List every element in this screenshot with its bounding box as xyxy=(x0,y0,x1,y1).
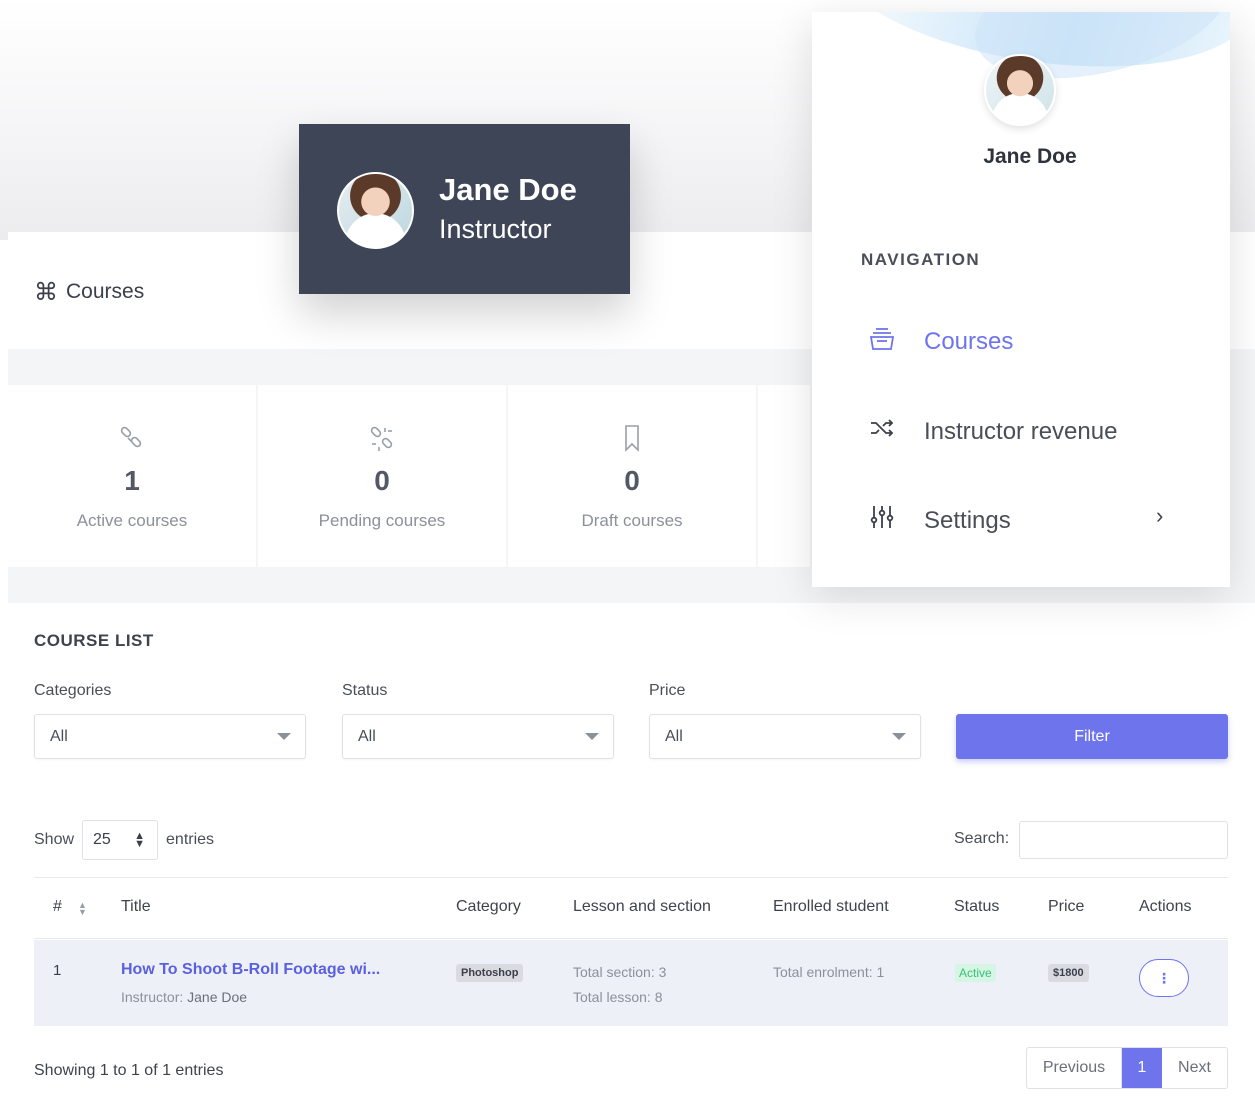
col-header-category[interactable]: Category xyxy=(456,898,521,916)
nav-item-instructor-revenue[interactable]: Instructor revenue xyxy=(866,412,1117,451)
instructor-label: Instructor: xyxy=(121,989,184,1005)
stat-label: Active courses xyxy=(76,511,188,530)
more-vertical-icon: ⋮ xyxy=(1157,969,1171,986)
caret-down-icon xyxy=(277,733,291,740)
shuffle-icon xyxy=(866,412,898,451)
entries-select[interactable]: 25 ▲ ▼ xyxy=(82,820,159,860)
links-icon xyxy=(117,421,147,455)
previous-page-button[interactable]: Previous xyxy=(1027,1048,1122,1088)
caret-down-icon xyxy=(585,733,599,740)
table-top-divider xyxy=(34,877,1228,878)
col-header-lesson[interactable]: Lesson and section xyxy=(573,898,711,916)
sliders-icon xyxy=(866,501,898,540)
profile-name: Jane Doe xyxy=(439,172,577,207)
col-header-title[interactable]: Title xyxy=(121,898,151,916)
status-select-value: All xyxy=(358,727,376,745)
search-input[interactable] xyxy=(1019,821,1228,859)
stat-pending-courses: 0 Pending courses xyxy=(258,385,506,567)
stat-value: 0 xyxy=(374,465,390,496)
total-lessons: Total lesson: 8 xyxy=(573,989,663,1005)
next-page-button[interactable]: Next xyxy=(1162,1048,1227,1088)
broken-link-icon xyxy=(367,421,397,455)
col-header-enrolled[interactable]: Enrolled student xyxy=(773,898,889,916)
stat-label: Pending courses xyxy=(318,511,446,530)
stat-partial xyxy=(758,385,810,567)
nav-item-settings[interactable]: Settings xyxy=(866,501,1011,540)
sort-icon[interactable]: ▲ ▼ xyxy=(78,901,87,917)
course-list-title: COURSE LIST xyxy=(34,631,154,650)
nav-heading: NAVIGATION xyxy=(861,250,981,269)
table-row xyxy=(34,940,1228,1026)
stat-draft-courses: 0 Draft courses xyxy=(508,385,756,567)
show-label: Show xyxy=(34,831,75,848)
page-title-text: Courses xyxy=(66,280,145,303)
categories-select-value: All xyxy=(50,727,68,745)
caret-down-icon xyxy=(892,733,906,740)
show-entries: Show 25 ▲ ▼ entries xyxy=(34,820,214,860)
stat-active-courses: 1 Active courses xyxy=(8,385,256,567)
updown-icon: ▲ ▼ xyxy=(134,830,146,850)
col-header-actions: Actions xyxy=(1139,898,1192,915)
col-header-num[interactable]: # xyxy=(53,898,62,916)
categories-label: Categories xyxy=(34,682,112,699)
price-label: Price xyxy=(649,682,686,699)
category-badge: Photoshop xyxy=(456,964,524,982)
page-1-button[interactable]: 1 xyxy=(1122,1048,1162,1088)
stat-value: 0 xyxy=(624,465,640,496)
filter-button[interactable]: Filter xyxy=(956,714,1228,759)
nav-user-name: Jane Doe xyxy=(983,145,1077,168)
table-header-divider xyxy=(34,938,1228,939)
nav-item-courses[interactable]: Courses xyxy=(866,322,1013,361)
course-title-link[interactable]: How To Shoot B-Roll Footage wi... xyxy=(121,961,380,979)
stat-label: Draft courses xyxy=(581,511,683,530)
price-select-value: All xyxy=(665,727,683,745)
course-instructor: Instructor: Jane Doe xyxy=(121,989,247,1005)
status-label: Status xyxy=(342,682,388,699)
profile-role: Instructor xyxy=(439,214,552,244)
price-badge: $1800 xyxy=(1048,964,1089,982)
bookmark-icon xyxy=(617,421,647,455)
command-icon: ⌘ xyxy=(34,278,58,306)
actions-button[interactable]: ⋮ xyxy=(1139,959,1189,997)
col-header-price[interactable]: Price xyxy=(1048,898,1084,916)
status-badge: Active xyxy=(955,964,996,982)
row-number: 1 xyxy=(53,962,62,979)
entries-label: entries xyxy=(166,831,215,848)
search-label: Search: xyxy=(954,830,1010,847)
entries-select-value: 25 xyxy=(93,831,111,848)
avatar[interactable] xyxy=(984,54,1056,126)
nav-item-label: Courses xyxy=(924,327,1014,355)
page-title: ⌘ Courses xyxy=(34,277,144,307)
nav-item-label: Instructor revenue xyxy=(924,417,1118,445)
categories-select[interactable]: All xyxy=(34,714,306,759)
chevron-right-icon[interactable]: › xyxy=(1156,503,1163,529)
price-select[interactable]: All xyxy=(649,714,921,759)
total-sections: Total section: 3 xyxy=(573,964,667,980)
stats-row: 1 Active courses 0 Pending courses 0 Dra… xyxy=(8,385,812,567)
showing-info: Showing 1 to 1 of 1 entries xyxy=(34,1062,224,1079)
nav-item-label: Settings xyxy=(924,506,1011,534)
pagination: Previous 1 Next xyxy=(1026,1047,1228,1089)
instructor-name: Jane Doe xyxy=(187,989,248,1005)
status-select[interactable]: All xyxy=(342,714,614,759)
inbox-stack-icon xyxy=(866,322,898,361)
total-enrolment: Total enrolment: 1 xyxy=(773,964,885,980)
col-header-status[interactable]: Status xyxy=(954,898,999,916)
profile-card: Jane Doe Instructor xyxy=(299,124,630,294)
avatar xyxy=(337,172,414,249)
stat-value: 1 xyxy=(124,465,140,496)
